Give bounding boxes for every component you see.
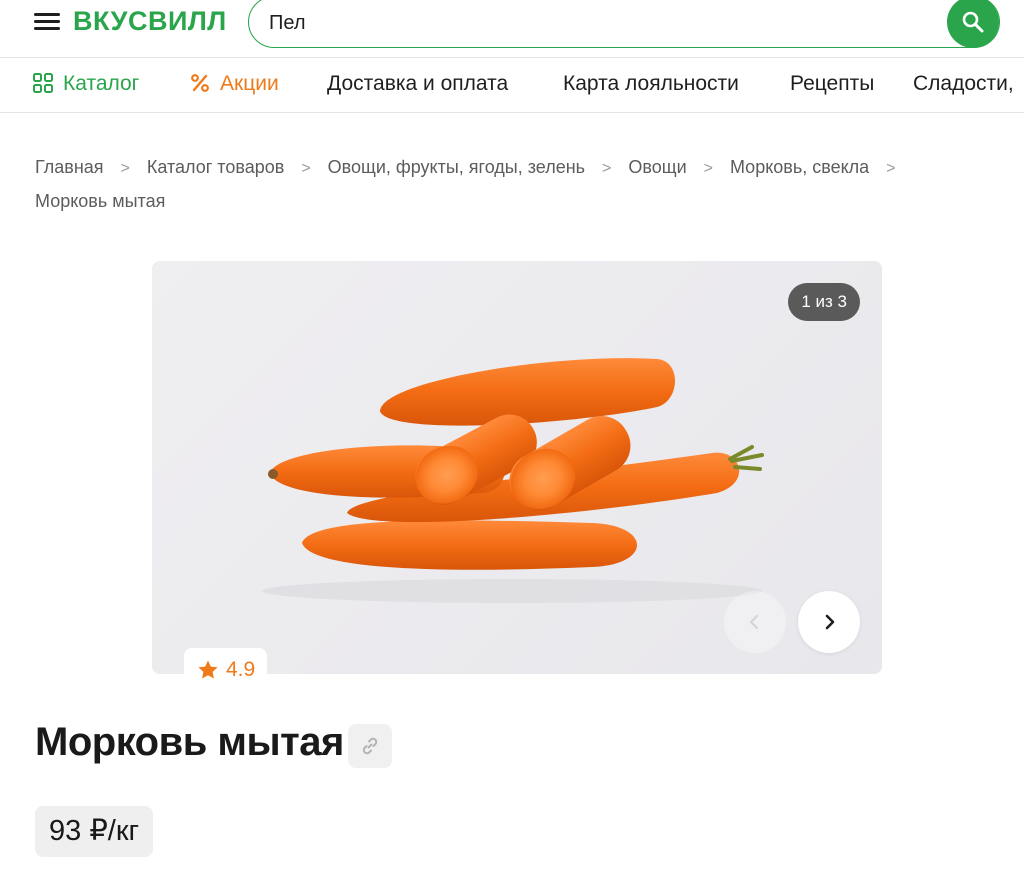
nav-item-delivery[interactable]: Доставка и оплата [327,72,508,96]
product-title: Морковь мытая [35,720,344,764]
percent-icon [190,73,210,99]
link-icon [362,737,378,755]
breadcrumb-vegetables[interactable]: Овощи [628,157,686,177]
nav-item-loyalty[interactable]: Карта лояльности [563,72,739,96]
rating-badge[interactable]: 4.9 [184,648,268,692]
chevron-right-icon: > [120,160,130,177]
chevron-left-icon [749,614,759,630]
breadcrumb-home[interactable]: Главная [35,157,104,177]
product-gallery: 1 из 3 4.9 [152,261,882,692]
gallery-prev-button[interactable] [724,591,786,653]
search-icon [962,11,984,33]
search-input[interactable] [269,9,929,37]
chevron-right-icon: > [301,160,311,177]
image-counter: 1 из 3 [788,283,860,321]
header: ВКУСВИЛЛ [0,0,1024,58]
grid-icon [33,73,53,99]
gallery-next-button[interactable] [798,591,860,653]
nav-item-promo[interactable]: Акции [190,72,279,99]
star-icon [198,660,218,679]
search-button[interactable] [947,0,999,48]
chevron-right-icon [825,614,835,630]
rating-value: 4.9 [226,658,256,681]
chevron-right-icon: > [703,160,713,177]
nav-item-label: Акции [220,72,279,95]
logo[interactable]: ВКУСВИЛЛ [73,6,227,37]
gallery-viewport: 1 из 3 [152,261,882,674]
chevron-right-icon: > [886,160,896,177]
search-bar [248,0,1000,48]
breadcrumb-vegetables-fruits[interactable]: Овощи, фрукты, ягоды, зелень [328,157,585,177]
main-nav: Каталог Акции Доставка и оплата Карта ло… [0,58,1024,113]
nav-item-label: Каталог [63,72,140,95]
breadcrumb: Главная > Каталог товаров > Овощи, фрукты, я… [35,151,995,218]
nav-item-recipes[interactable]: Рецепты [790,72,874,96]
nav-item-sweets[interactable]: Сладости, [913,72,1014,96]
breadcrumb-current: Морковь мытая [35,191,166,211]
breadcrumb-catalog[interactable]: Каталог товаров [147,157,284,177]
copy-link-button[interactable] [348,724,392,768]
nav-item-catalog[interactable]: Каталог [33,72,139,99]
product-price: 93 ₽/кг [35,806,154,857]
hamburger-menu-icon[interactable] [34,12,60,32]
chevron-right-icon: > [602,160,612,177]
breadcrumb-carrot-beet[interactable]: Морковь, свекла [730,157,869,177]
